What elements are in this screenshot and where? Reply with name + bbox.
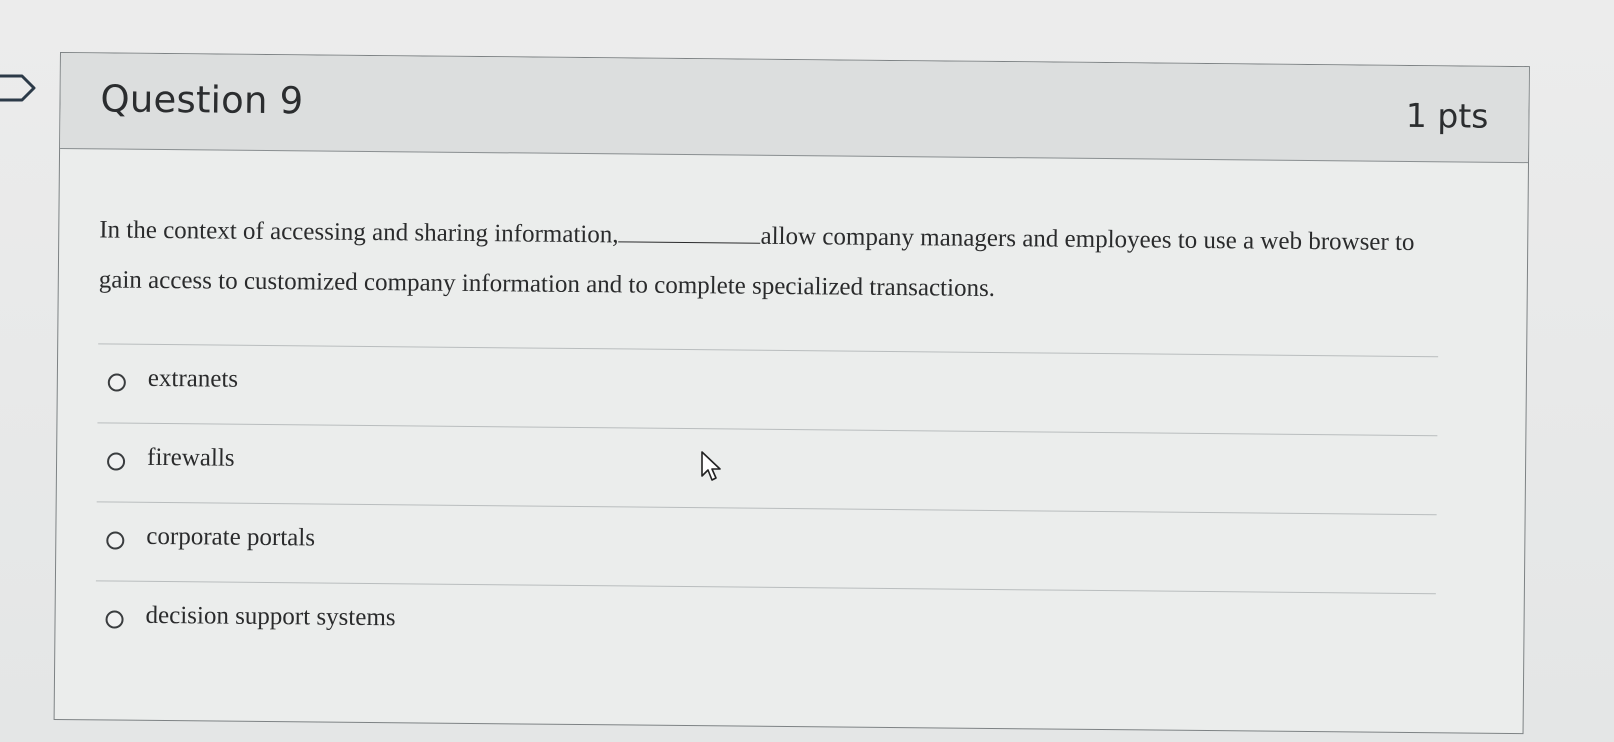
question-title: Question 9: [100, 77, 304, 123]
question-text-part1: In the context of accessing and sharing …: [99, 216, 619, 249]
question-text: In the context of accessing and sharing …: [99, 205, 1460, 318]
radio-button[interactable]: [106, 452, 126, 471]
answer-label[interactable]: corporate portals: [146, 523, 315, 553]
radio-button[interactable]: [107, 373, 126, 392]
answer-label[interactable]: firewalls: [147, 444, 235, 473]
answer-label[interactable]: decision support systems: [145, 602, 395, 632]
radio-button[interactable]: [105, 610, 124, 629]
question-card: Question 9 1 pts In the context of acces…: [53, 52, 1530, 735]
answer-option[interactable]: decision support systems: [95, 580, 1436, 673]
answer-list: extranets firewalls corporate portals de…: [95, 343, 1439, 673]
question-points: 1 pts: [1405, 95, 1489, 136]
bookmark-flag-icon[interactable]: [0, 70, 40, 106]
fill-in-blank: [618, 223, 761, 244]
answer-option[interactable]: firewalls: [96, 422, 1438, 515]
question-header: Question 9 1 pts: [60, 53, 1529, 164]
mouse-pointer-icon: [701, 451, 721, 481]
answer-option[interactable]: corporate portals: [95, 501, 1437, 594]
answer-label[interactable]: extranets: [148, 365, 238, 394]
quiz-page: Question 9 1 pts In the context of acces…: [0, 0, 1614, 742]
answer-option[interactable]: extranets: [97, 343, 1439, 436]
radio-button[interactable]: [106, 531, 125, 550]
